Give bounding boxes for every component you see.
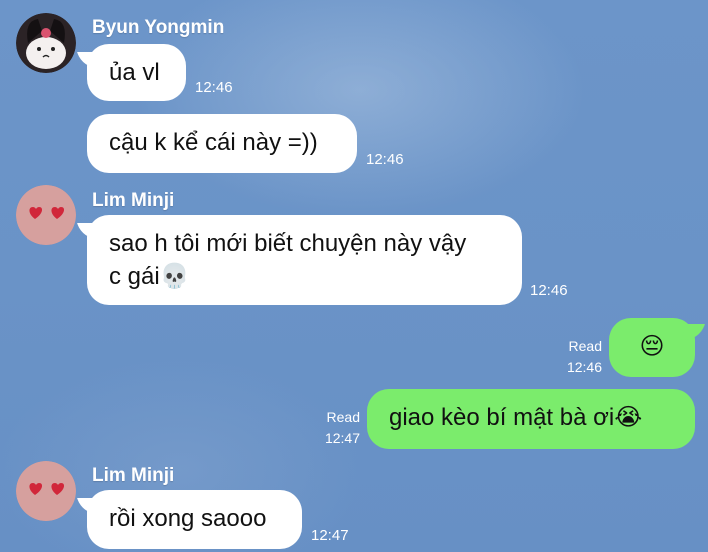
message-meta: Read 12:47 bbox=[300, 407, 360, 449]
message-bubble[interactable]: sao h tôi mới biết chuyện này vậy c gái💀 bbox=[87, 215, 522, 305]
message-text: cậu k kể cái này =)) bbox=[109, 129, 318, 156]
message-text-line: sao h tôi mới biết chuyện này vậy bbox=[109, 230, 467, 257]
avatar-lim-minji[interactable] bbox=[16, 185, 76, 245]
sender-name: Lim Minji bbox=[92, 465, 175, 486]
message-bubble[interactable]: ủa vl bbox=[87, 44, 186, 101]
message-text-line: c gái💀 bbox=[109, 263, 190, 290]
message-time: 12:46 bbox=[566, 359, 602, 375]
message-bubble[interactable]: giao kèo bí mật bà ơi😭 bbox=[367, 389, 695, 449]
message-time: 12:47 bbox=[311, 527, 349, 544]
message-time: 12:46 bbox=[530, 282, 568, 299]
read-status: Read bbox=[326, 409, 360, 425]
message-text: rồi xong saooo bbox=[109, 505, 267, 532]
message-text: giao kèo bí mật bà ơi😭 bbox=[389, 404, 643, 431]
read-status: Read bbox=[568, 338, 602, 354]
message-time: 12:46 bbox=[195, 79, 233, 96]
message-text: 😔 bbox=[639, 333, 665, 360]
avatar-byun-yongmin[interactable] bbox=[16, 13, 76, 73]
message-time: 12:46 bbox=[366, 151, 404, 168]
message-meta: Read 12:46 bbox=[540, 336, 602, 378]
sender-name: Byun Yongmin bbox=[92, 17, 225, 38]
message-bubble[interactable]: cậu k kể cái này =)) bbox=[87, 114, 357, 173]
avatar-lim-minji[interactable] bbox=[16, 461, 76, 521]
message-bubble[interactable]: 😔 bbox=[609, 318, 695, 377]
message-time: 12:47 bbox=[324, 430, 360, 446]
sender-name: Lim Minji bbox=[92, 190, 175, 211]
message-text: ủa vl bbox=[109, 59, 160, 86]
message-bubble[interactable]: rồi xong saooo bbox=[87, 490, 302, 549]
